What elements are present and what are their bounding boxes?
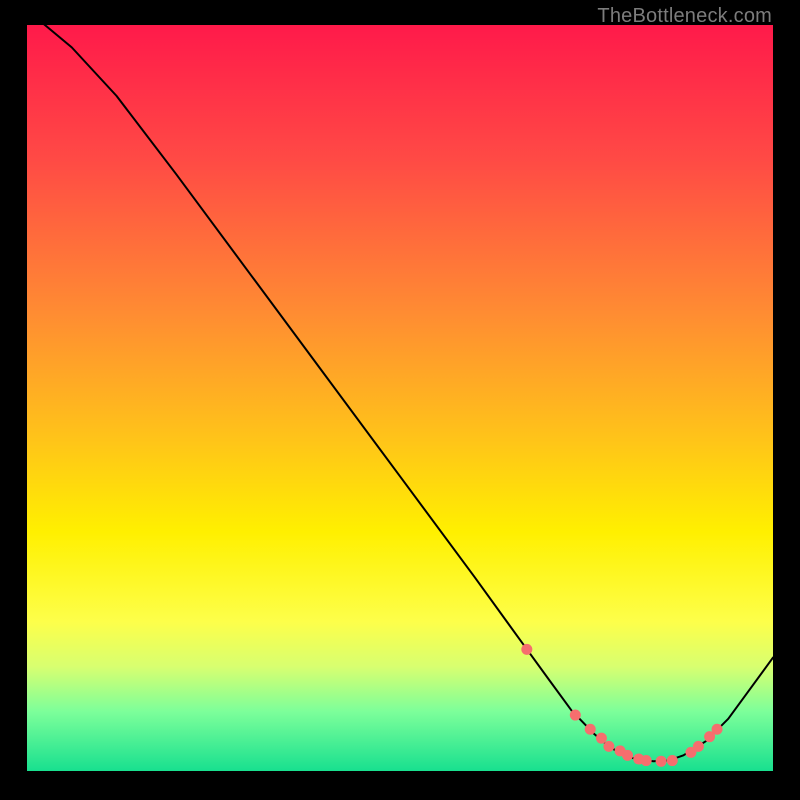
dot-marker-dots: [667, 755, 678, 766]
dot-marker-dots: [622, 750, 633, 761]
dot-marker-dots: [570, 710, 581, 721]
chart-frame: TheBottleneck.com: [0, 0, 800, 800]
dot-marker-dots: [521, 644, 532, 655]
dot-marker-dots: [641, 755, 652, 766]
dot-marker-dots: [585, 724, 596, 735]
plot-area: [27, 25, 773, 771]
dot-marker-dots: [712, 724, 723, 735]
dot-marker-dots: [656, 756, 667, 767]
watermark-text: TheBottleneck.com: [597, 5, 772, 28]
dot-marker-dots: [693, 741, 704, 752]
dot-marker-dots: [596, 733, 607, 744]
dot-marker-dots: [603, 741, 614, 752]
chart-svg: [27, 25, 773, 771]
